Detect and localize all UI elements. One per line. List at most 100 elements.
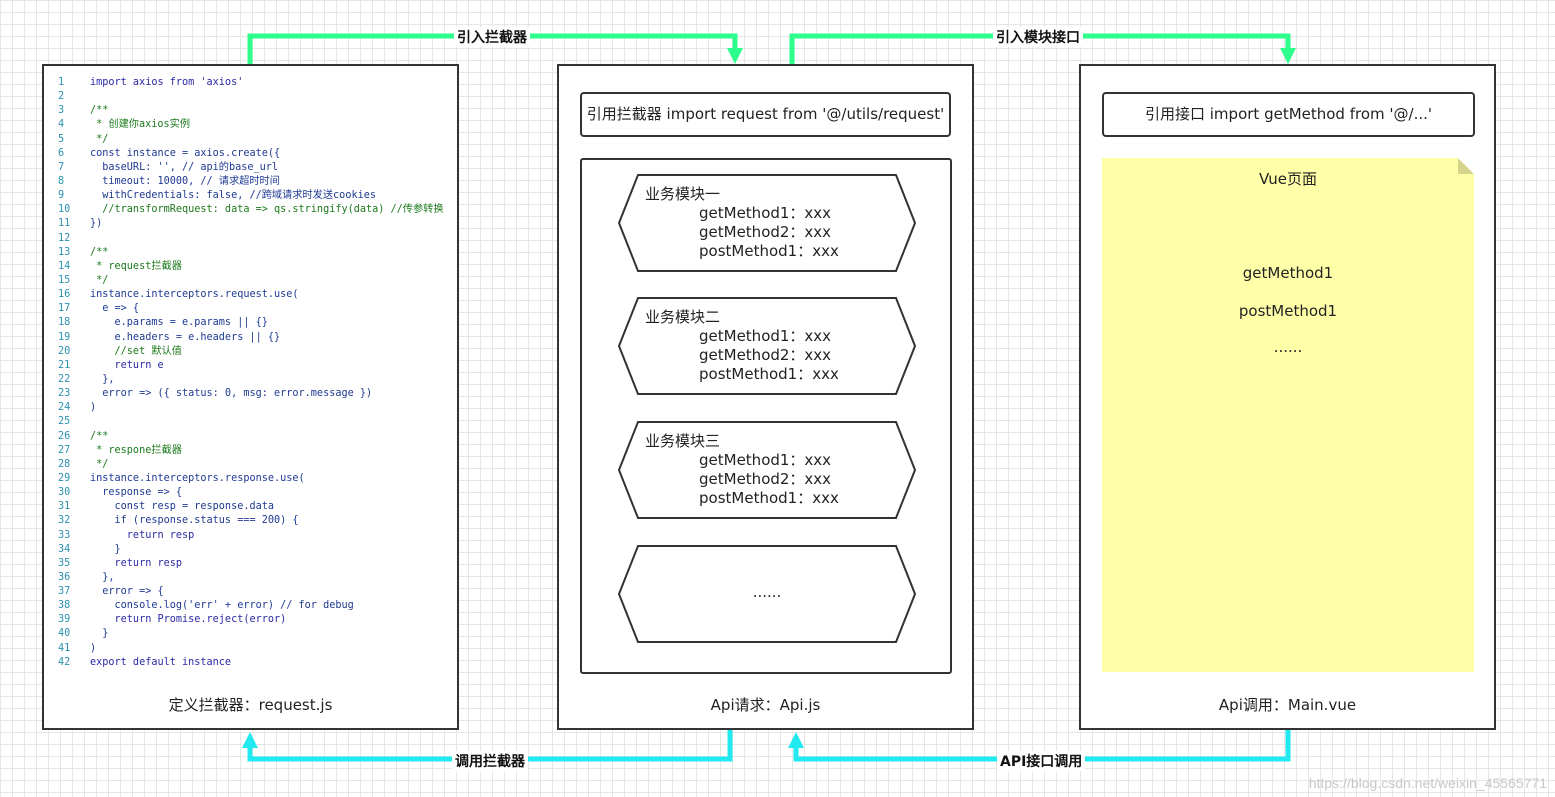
line-text: error => { [90, 586, 164, 598]
line-text: if (response.status === 200) { [90, 515, 299, 527]
code-line: 40 } [54, 627, 444, 641]
module-title: 业务模块一 [645, 185, 721, 203]
module-title: 业务模块二 [645, 308, 721, 326]
line-text: console.log('err' + error) // for debug [90, 600, 354, 612]
code-line: 39 return Promise.reject(error) [54, 613, 444, 627]
line-text: //set 默认值 [90, 345, 182, 357]
line-text: return e [90, 359, 164, 371]
line-text: e.headers = e.headers || {} [90, 331, 281, 343]
code-line: 5 */ [54, 133, 444, 147]
code-line: 14 * request拦截器 [54, 260, 444, 274]
code-line: 22 }, [54, 373, 444, 387]
note-fold [1458, 158, 1474, 174]
line-number: 7 [58, 161, 65, 173]
line-text: const resp = response.data [90, 501, 275, 513]
line-number: 23 [58, 388, 71, 400]
line-number: 11 [58, 218, 71, 230]
line-text: withCredentials: false, //跨域请求时发送cookies [90, 190, 376, 202]
line-number: 5 [58, 133, 65, 145]
business-module: 业务模块一 getMethod1：xxx getMethod2：xxx postMet… [618, 174, 916, 272]
code-line: 32 if (response.status === 200) { [54, 514, 444, 528]
module-method: getMethod1：xxx [699, 327, 832, 345]
line-number: 30 [58, 487, 71, 499]
line-text: } [90, 628, 109, 640]
code-line: 26 /** [54, 430, 444, 444]
code-block: 1 import axios from 'axios' 2 3/** 4 * 创建你ax… [54, 76, 444, 670]
panel-api-js: 引用拦截器 import request from '@/utils/reque… [557, 64, 974, 730]
line-text: return resp [90, 557, 183, 569]
line-number: 2 [58, 91, 65, 103]
code-line: 27 * respone拦截器 [54, 444, 444, 458]
line-number: 26 [58, 430, 71, 442]
code-line: 2 [54, 90, 444, 104]
arrowhead-up-right [788, 732, 804, 748]
panel-caption-main: Api调用：Main.vue [1218, 696, 1357, 714]
code-line: 4 * 创建你axios实例 [54, 118, 444, 132]
module-method: postMethod1：xxx [699, 242, 839, 260]
note-title: Vue页面 [1259, 170, 1317, 188]
code-line: 38 console.log('err' + error) // for deb… [54, 599, 444, 613]
line-text: } [90, 543, 121, 555]
line-number: 33 [58, 529, 71, 541]
line-text: */ [90, 274, 109, 286]
line-text: baseURL: '', // api的base_url [90, 161, 279, 173]
label-api-call: API接口调用 [997, 751, 1086, 771]
line-text: import axios from 'axios' [90, 77, 244, 88]
code-line: 20 //set 默认值 [54, 345, 444, 359]
line-text: response => { [90, 487, 183, 499]
line-text: //transformRequest: data => qs.stringify… [90, 204, 444, 216]
line-number: 34 [58, 543, 71, 555]
code-line: 10 //transformRequest: data => qs.string… [54, 203, 444, 217]
code-line: 34 } [54, 543, 444, 557]
line-text: }, [90, 373, 115, 385]
code-line: 42 export default instance [54, 656, 444, 670]
line-number: 38 [58, 600, 71, 612]
code-line: 6 const instance = axios.create({ [54, 147, 444, 161]
code-line: 36 }, [54, 571, 444, 585]
line-number: 14 [58, 260, 71, 272]
code-line: 18 e.params = e.params || {} [54, 316, 444, 330]
code-line: 12 [54, 232, 444, 246]
line-number: 10 [58, 204, 71, 216]
line-text: * request拦截器 [90, 260, 182, 272]
line-text: return Promise.reject(error) [90, 614, 287, 626]
note-item-getmethod1: getMethod1 [1242, 264, 1334, 282]
code-line: 3 /** [54, 104, 444, 118]
line-number: 9 [58, 190, 65, 202]
panel-request-js: 1 import axios from 'axios' 2 3/** 4 * 创建你ax… [42, 64, 459, 730]
line-text: /** [90, 105, 109, 117]
line-text: error => ({ status: 0, msg: error.messag… [90, 388, 373, 400]
module-method: postMethod1：xxx [699, 365, 839, 383]
line-number: 41 [58, 642, 71, 654]
code-line: 7 baseURL: '', // api的base_url [54, 161, 444, 175]
label-call-interceptor: 调用拦截器 [452, 751, 528, 771]
code-line: 11}) [54, 217, 444, 231]
line-text: * respone拦截器 [90, 444, 182, 456]
line-text: /** [90, 246, 109, 258]
line-number: 6 [58, 147, 65, 159]
line-number: 39 [58, 614, 71, 626]
line-number: 37 [58, 586, 71, 598]
line-number: 28 [58, 458, 71, 470]
module-title: 业务模块三 [645, 432, 721, 450]
line-text: export default instance [90, 656, 232, 668]
module-method: getMethod1：xxx [699, 451, 832, 469]
code-line: 21 return e [54, 359, 444, 373]
line-text: e => { [90, 303, 140, 315]
code-line: 29 instance.interceptors.response.use( [54, 472, 444, 486]
line-number: 27 [58, 444, 71, 456]
line-number: 15 [58, 274, 71, 286]
arrowhead-up-left [242, 732, 258, 748]
code-line: 30 response => { [54, 486, 444, 500]
line-number: 17 [58, 303, 71, 315]
modules-container: 业务模块一 getMethod1：xxx getMethod2：xxx postMet… [580, 158, 952, 674]
vue-page-note: Vue页面 getMethod1 postMethod1 ...... [1102, 158, 1474, 672]
line-number: 13 [58, 246, 71, 258]
line-number: 16 [58, 289, 71, 301]
module-method: getMethod2：xxx [699, 346, 832, 364]
watermark: https://blog.csdn.net/weixin_45565771 [1308, 775, 1547, 791]
line-text: ) [90, 402, 97, 414]
line-text: /** [90, 430, 109, 442]
import-request-box: 引用拦截器 import request from '@/utils/reque… [580, 92, 951, 137]
line-text: }, [90, 571, 115, 583]
